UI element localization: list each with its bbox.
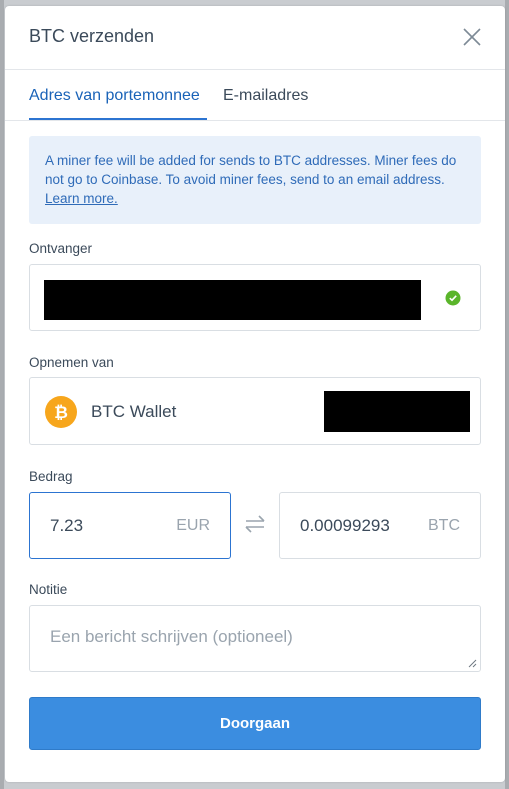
crypto-amount-input[interactable] [300, 516, 420, 536]
bitcoin-icon: ₿ [45, 396, 77, 428]
crypto-currency: BTC [428, 517, 460, 534]
active-tab-indicator [29, 118, 207, 120]
fiat-amount-input[interactable] [50, 516, 160, 536]
swap-arrows-icon[interactable] [243, 512, 267, 536]
modal-title: BTC verzenden [29, 26, 155, 46]
modal-header: BTC verzenden [5, 6, 505, 70]
tab-wallet-address[interactable]: Adres van portemonnee [29, 87, 200, 105]
background-right [505, 0, 509, 789]
fiat-currency: EUR [176, 517, 210, 534]
wallet-selector[interactable]: ₿ BTC Wallet [29, 377, 481, 445]
tab-bar: Adres van portemonnee E-mailadres [5, 70, 505, 121]
from-label: Opnemen van [29, 355, 114, 370]
note-input[interactable] [30, 606, 480, 671]
check-valid-icon [445, 290, 461, 306]
background-left [0, 0, 4, 789]
miner-fee-notice: A miner fee will be added for sends to B… [29, 136, 481, 224]
note-field[interactable] [29, 605, 481, 672]
redacted-balance [324, 391, 470, 432]
notice-text: A miner fee will be added for sends to B… [45, 153, 457, 187]
send-modal: BTC verzenden Adres van portemonnee E-ma… [5, 6, 505, 782]
svg-text:₿: ₿ [54, 403, 68, 423]
crypto-amount-field[interactable]: BTC [279, 492, 481, 559]
fiat-amount-field[interactable]: EUR [29, 492, 231, 559]
recipient-label: Ontvanger [29, 241, 93, 256]
resize-grip-icon[interactable] [468, 659, 477, 668]
amount-label: Bedrag [29, 469, 73, 484]
redacted-address [44, 280, 421, 320]
tab-email-address[interactable]: E-mailadres [223, 87, 308, 105]
close-icon [463, 28, 481, 46]
close-button[interactable] [459, 24, 485, 50]
recipient-input[interactable] [29, 264, 481, 331]
note-label: Notitie [29, 582, 68, 597]
learn-more-link[interactable]: Learn more. [45, 191, 118, 206]
wallet-name: BTC Wallet [91, 402, 177, 421]
continue-button[interactable]: Doorgaan [29, 697, 481, 750]
